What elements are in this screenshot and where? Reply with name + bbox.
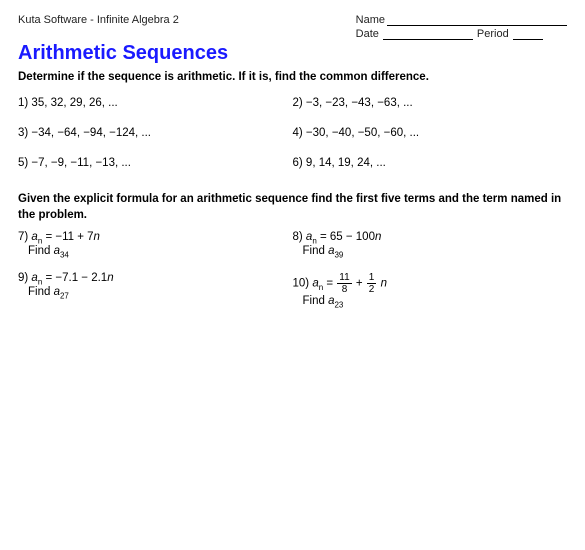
section2-instruction: Given the explicit formula for an arithm… xyxy=(18,191,567,223)
period-label: Period xyxy=(477,28,509,40)
formula-problem-7: 7) an = −11 + 7n Find a34 xyxy=(18,229,293,270)
problem-6-number: 6) xyxy=(293,157,306,169)
section1-instruction: Determine if the sequence is arithmetic.… xyxy=(18,71,567,83)
problem-2-number: 2) xyxy=(293,97,306,109)
formula-problem-8-find: Find a39 xyxy=(293,245,564,259)
problem-5: 5) −7, −9, −11, −13, ... xyxy=(18,153,293,183)
name-label: Name xyxy=(356,14,385,26)
problem-1: 1) 35, 32, 29, 26, ... xyxy=(18,93,293,123)
problem-4-text: −30, −40, −50, −60, ... xyxy=(306,127,419,139)
name-section: Name Date Period xyxy=(356,14,567,40)
problem-3: 3) −34, −64, −94, −124, ... xyxy=(18,123,293,153)
problem-4-number: 4) xyxy=(293,127,306,139)
worksheet-page: Kuta Software - Infinite Algebra 2 Name … xyxy=(0,0,585,550)
date-label: Date xyxy=(356,28,379,40)
problem-5-text: −7, −9, −11, −13, ... xyxy=(31,157,131,169)
formula-problem-9: 9) an = −7.1 − 2.1n Find a27 xyxy=(18,270,293,319)
problem-5-number: 5) xyxy=(18,157,31,169)
problem-3-text: −34, −64, −94, −124, ... xyxy=(31,127,151,139)
problem-2: 2) −3, −23, −43, −63, ... xyxy=(293,93,568,123)
header: Kuta Software - Infinite Algebra 2 Name … xyxy=(18,14,567,40)
formula-problem-8: 8) an = 65 − 100n Find a39 xyxy=(293,229,568,270)
problem-6-text: 9, 14, 19, 24, ... xyxy=(306,157,386,169)
section2-instruction-text: Given the explicit formula for an arithm… xyxy=(18,193,561,221)
fraction-1-2: 1 2 xyxy=(367,272,377,295)
formula-problem-7-formula: 7) an = −11 + 7n xyxy=(18,231,289,245)
formula-problem-10-formula: 10) an = 11 8 + 1 2 n xyxy=(293,272,564,295)
formula-problem-9-find: Find a27 xyxy=(18,286,289,300)
name-underline xyxy=(387,14,567,26)
problem-1-text: 35, 32, 29, 26, ... xyxy=(31,97,117,109)
formula-problem-10-find: Find a23 xyxy=(293,295,564,309)
formula-problem-9-formula: 9) an = −7.1 − 2.1n xyxy=(18,272,289,286)
software-label: Kuta Software - Infinite Algebra 2 xyxy=(18,14,179,26)
formula-problem-8-formula: 8) an = 65 − 100n xyxy=(293,231,564,245)
problem-3-number: 3) xyxy=(18,127,31,139)
formula-problems-grid: 7) an = −11 + 7n Find a34 8) an = 65 − 1… xyxy=(18,229,567,319)
page-title: Arithmetic Sequences xyxy=(18,42,567,65)
problem-2-text: −3, −23, −43, −63, ... xyxy=(306,97,413,109)
date-underline xyxy=(383,28,473,40)
problem-4: 4) −30, −40, −50, −60, ... xyxy=(293,123,568,153)
formula-problem-10: 10) an = 11 8 + 1 2 n Find a23 xyxy=(293,270,568,319)
problem-1-number: 1) xyxy=(18,97,31,109)
problem-6: 6) 9, 14, 19, 24, ... xyxy=(293,153,568,183)
problems-grid: 1) 35, 32, 29, 26, ... 2) −3, −23, −43, … xyxy=(18,93,567,183)
fraction-11-8: 11 8 xyxy=(337,272,351,295)
formula-problem-7-find: Find a34 xyxy=(18,245,289,259)
period-underline xyxy=(513,28,543,40)
